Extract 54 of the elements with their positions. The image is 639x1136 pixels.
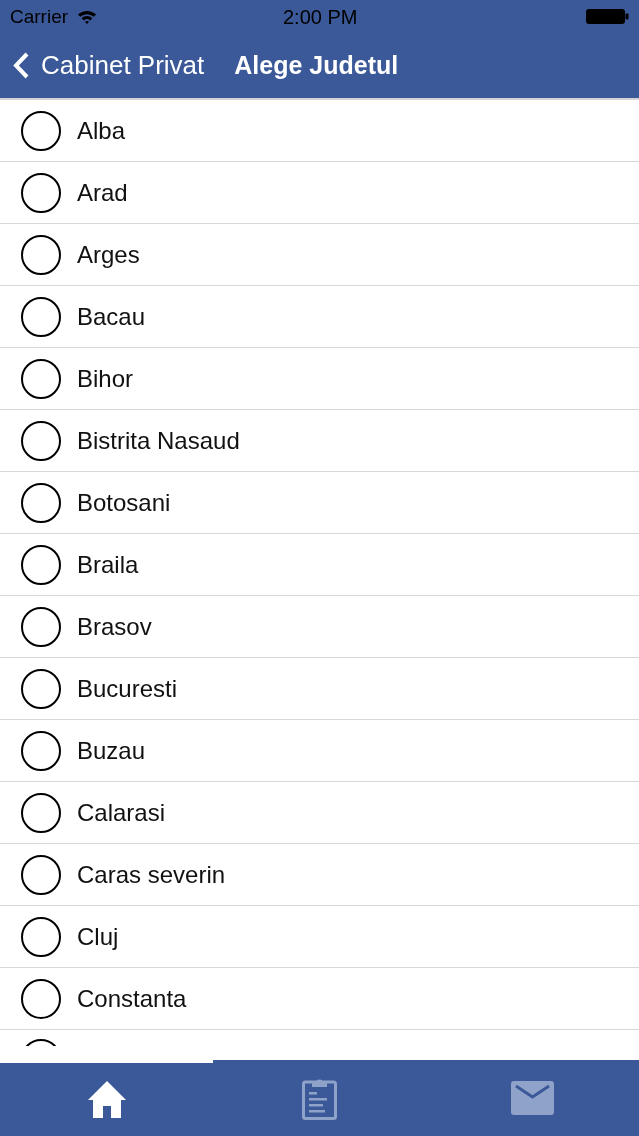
county-name: Bucuresti [77,676,178,701]
county-name: Braila [77,552,139,577]
battery-icon [586,8,629,24]
county-row[interactable]: Buzau [0,720,639,782]
county-row[interactable]: Bistrita Nasaud [0,410,639,472]
radio-icon[interactable] [21,358,61,399]
county-name: Buzau [77,738,146,763]
county-row[interactable]: Bucuresti [0,658,639,720]
county-row[interactable]: Arad [0,162,639,224]
county-row[interactable]: Braila [0,534,639,596]
county-name: Bistrita Nasaud [77,428,240,453]
county-name: Botosani [77,490,171,515]
county-name: Calarasi [77,800,166,825]
county-name: Arad [77,180,128,205]
screen-title: Alege Judetul [234,52,399,78]
county-name: Cluj [77,924,119,949]
radio-icon[interactable] [21,854,61,895]
county-name: Caras severin [77,862,226,887]
radio-icon[interactable] [21,916,61,957]
radio-icon[interactable] [21,978,61,1019]
county-row[interactable]: Brasov [0,596,639,658]
county-row[interactable]: Arges [0,224,639,286]
clock-time: 2:00 PM [283,7,358,27]
carrier-label: Carrier [10,6,69,26]
back-button[interactable]: Cabinet Privat [13,51,205,79]
radio-icon[interactable] [21,792,61,833]
radio-icon[interactable] [21,420,61,461]
radio-icon[interactable] [21,544,61,585]
county-name: Brasov [77,614,152,639]
county-row[interactable]: Botosani [0,472,639,534]
county-name: Bacau [77,304,146,329]
county-row[interactable]: Caras severin [0,844,639,906]
county-row[interactable]: Bacau [0,286,639,348]
county-name: Bihor [77,366,134,391]
envelope-icon [511,1081,554,1115]
county-row[interactable]: Cluj [0,906,639,968]
county-row[interactable]: Alba [0,100,639,162]
county-name: Arges [77,242,140,267]
radio-icon[interactable] [21,730,61,771]
radio-icon[interactable] [21,482,61,523]
county-name: Constanta [77,986,187,1011]
radio-icon[interactable] [21,606,61,647]
wifi-icon [77,8,98,24]
radio-icon[interactable] [21,296,61,337]
county-name: Alba [77,118,126,143]
radio-icon[interactable] [21,234,61,275]
chevron-left-icon [13,51,30,79]
radio-icon[interactable] [21,110,61,151]
radio-icon[interactable] [21,668,61,709]
county-row[interactable]: Constanta [0,968,639,1030]
home-icon [87,1081,126,1118]
county-row[interactable]: Bihor [0,348,639,410]
county-row[interactable]: Calarasi [0,782,639,844]
radio-icon[interactable] [21,172,61,213]
